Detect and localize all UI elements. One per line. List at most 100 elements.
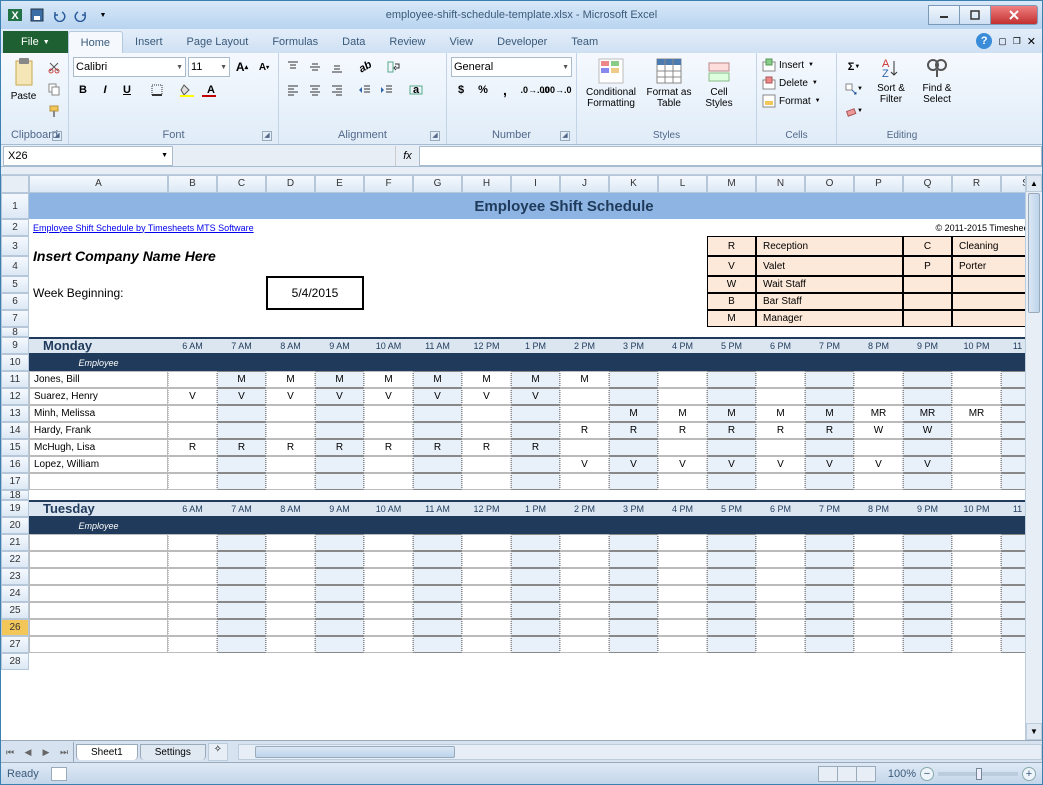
shift-cell[interactable]: MR xyxy=(952,405,1001,422)
shift-cell[interactable] xyxy=(903,534,952,551)
conditional-formatting-button[interactable]: Conditional Formatting xyxy=(581,55,641,111)
shift-cell[interactable]: R xyxy=(658,422,707,439)
shift-cell[interactable] xyxy=(707,371,756,388)
help-icon[interactable]: ? xyxy=(976,33,992,49)
insert-cells-button[interactable]: Insert▼ xyxy=(761,57,821,73)
shift-cell[interactable] xyxy=(854,602,903,619)
shift-cell[interactable] xyxy=(658,439,707,456)
row-header[interactable]: 23 xyxy=(1,568,29,585)
shift-cell[interactable] xyxy=(658,473,707,490)
shift-cell[interactable] xyxy=(756,551,805,568)
minimize-ribbon-icon[interactable]: ▢ xyxy=(998,36,1007,47)
zoom-level[interactable]: 100% xyxy=(888,768,916,780)
shift-cell[interactable] xyxy=(560,551,609,568)
shift-cell[interactable] xyxy=(217,534,266,551)
shift-cell[interactable] xyxy=(462,551,511,568)
shift-cell[interactable] xyxy=(168,585,217,602)
shift-cell[interactable] xyxy=(462,473,511,490)
shift-cell[interactable] xyxy=(903,371,952,388)
shift-cell[interactable] xyxy=(903,388,952,405)
shift-cell[interactable] xyxy=(315,534,364,551)
shift-cell[interactable] xyxy=(217,602,266,619)
time-header[interactable]: 7 PM xyxy=(805,500,854,517)
shift-cell[interactable] xyxy=(756,371,805,388)
increase-indent-icon[interactable] xyxy=(377,80,397,100)
shift-cell[interactable] xyxy=(854,568,903,585)
column-header[interactable]: D xyxy=(266,175,315,193)
shift-cell[interactable]: R xyxy=(168,439,217,456)
row-header[interactable]: 12 xyxy=(1,388,29,405)
shift-cell[interactable] xyxy=(903,585,952,602)
shift-cell[interactable] xyxy=(168,405,217,422)
row-header[interactable]: 25 xyxy=(1,602,29,619)
shift-cell[interactable] xyxy=(609,473,658,490)
shift-cell[interactable] xyxy=(168,619,217,636)
shift-cell[interactable] xyxy=(854,585,903,602)
ribbon-tab-team[interactable]: Team xyxy=(559,31,610,53)
shift-cell[interactable] xyxy=(413,585,462,602)
shift-cell[interactable] xyxy=(805,568,854,585)
shift-cell[interactable]: V xyxy=(609,456,658,473)
shift-cell[interactable] xyxy=(168,534,217,551)
scroll-up-icon[interactable]: ▲ xyxy=(1026,175,1042,192)
shift-cell[interactable] xyxy=(756,534,805,551)
column-header[interactable]: C xyxy=(217,175,266,193)
shift-cell[interactable] xyxy=(560,439,609,456)
format-cells-button[interactable]: Format▼ xyxy=(761,93,821,109)
time-header[interactable]: 12 PM xyxy=(462,337,511,354)
shift-cell[interactable] xyxy=(707,551,756,568)
legend-code[interactable]: W xyxy=(707,276,756,293)
row-header[interactable]: 9 xyxy=(1,337,29,354)
shift-cell[interactable] xyxy=(952,551,1001,568)
shift-cell[interactable] xyxy=(903,636,952,653)
shift-cell[interactable]: V xyxy=(854,456,903,473)
legend-desc[interactable]: Wait Staff xyxy=(756,276,903,293)
time-header[interactable]: 12 PM xyxy=(462,500,511,517)
time-header[interactable]: 8 AM xyxy=(266,337,315,354)
align-left-icon[interactable] xyxy=(283,80,303,100)
shift-cell[interactable] xyxy=(560,619,609,636)
shift-cell[interactable] xyxy=(609,568,658,585)
shift-cell[interactable]: V xyxy=(658,456,707,473)
find-select-button[interactable]: Find & Select xyxy=(915,55,959,107)
shift-cell[interactable]: R xyxy=(756,422,805,439)
shift-cell[interactable] xyxy=(952,456,1001,473)
shift-cell[interactable] xyxy=(560,636,609,653)
comma-format-icon[interactable]: , xyxy=(495,80,515,100)
align-right-icon[interactable] xyxy=(327,80,347,100)
cut-icon[interactable] xyxy=(44,57,64,77)
shift-cell[interactable] xyxy=(707,636,756,653)
bold-button[interactable]: B xyxy=(73,80,93,100)
shift-cell[interactable] xyxy=(903,551,952,568)
shift-cell[interactable] xyxy=(217,473,266,490)
shift-cell[interactable] xyxy=(413,534,462,551)
zoom-in-button[interactable]: + xyxy=(1022,767,1036,781)
shift-cell[interactable]: M xyxy=(560,371,609,388)
template-link[interactable]: Employee Shift Schedule by Timesheets MT… xyxy=(29,219,462,236)
shift-cell[interactable]: W xyxy=(903,422,952,439)
shift-cell[interactable] xyxy=(266,456,315,473)
time-header[interactable]: 11 AM xyxy=(413,337,462,354)
cell[interactable] xyxy=(29,354,1042,371)
shift-cell[interactable] xyxy=(217,619,266,636)
shift-cell[interactable] xyxy=(952,422,1001,439)
employee-header[interactable]: Employee xyxy=(29,354,168,371)
shift-cell[interactable] xyxy=(805,388,854,405)
time-header[interactable]: 6 AM xyxy=(168,337,217,354)
column-header[interactable]: N xyxy=(756,175,805,193)
shift-cell[interactable] xyxy=(217,568,266,585)
shift-cell[interactable]: V xyxy=(266,388,315,405)
close-button[interactable] xyxy=(990,5,1038,25)
shift-cell[interactable] xyxy=(756,568,805,585)
shrink-font-icon[interactable]: A▾ xyxy=(254,57,274,77)
employee-name[interactable]: Jones, Bill xyxy=(29,371,168,388)
shift-cell[interactable]: R xyxy=(560,422,609,439)
time-header[interactable]: 9 AM xyxy=(315,500,364,517)
time-header[interactable]: 2 PM xyxy=(560,500,609,517)
font-name-combo[interactable]: Calibri▼ xyxy=(73,57,186,77)
shift-cell[interactable] xyxy=(805,585,854,602)
shift-cell[interactable] xyxy=(364,456,413,473)
shift-cell[interactable] xyxy=(364,568,413,585)
row-header[interactable]: 27 xyxy=(1,636,29,653)
paste-button[interactable]: Paste xyxy=(5,55,42,104)
